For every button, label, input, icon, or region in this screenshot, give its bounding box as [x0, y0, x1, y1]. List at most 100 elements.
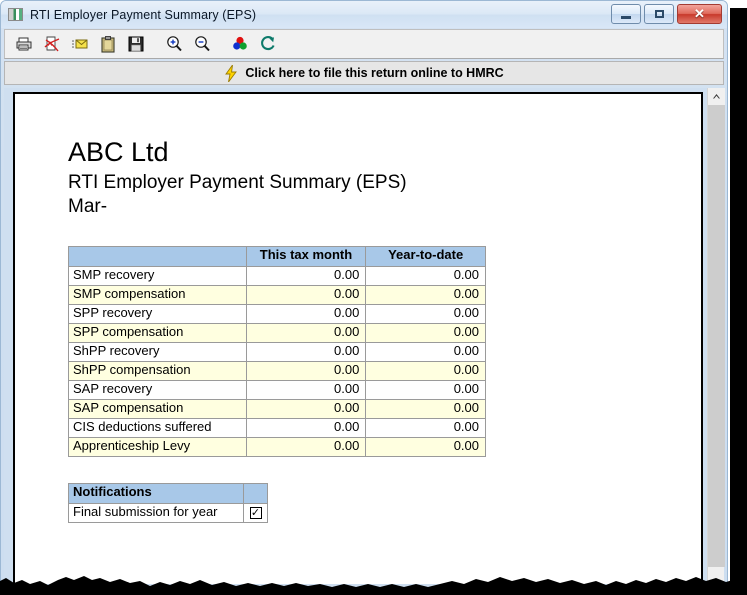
- row-ytd-value: 0.00: [365, 265, 486, 286]
- row-this-month-value: 0.00: [245, 322, 367, 343]
- row-ytd-value: 0.00: [365, 417, 486, 438]
- window-drop-shadow-bottom: [8, 589, 730, 595]
- table-row: SAP compensation 0.00 0.00: [68, 398, 486, 419]
- table-row: SPP compensation 0.00 0.00: [68, 322, 486, 343]
- clipboard-icon: [101, 36, 115, 53]
- table-row: SMP compensation 0.00 0.00: [68, 284, 486, 305]
- application-window: RTI Employer Payment Summary (EPS) ✕ A C…: [0, 0, 728, 588]
- table-row: SMP recovery 0.00 0.00: [68, 265, 486, 286]
- pdf-export-button[interactable]: A: [40, 32, 64, 56]
- zoom-out-icon: [195, 36, 210, 52]
- document-page: ABC Ltd RTI Employer Payment Summary (EP…: [15, 94, 701, 584]
- email-button[interactable]: [68, 32, 92, 56]
- table-row: SAP recovery 0.00 0.00: [68, 379, 486, 400]
- scrollbar-track[interactable]: [708, 105, 725, 567]
- notifications-table-head: Notifications: [68, 482, 268, 504]
- file-online-banner[interactable]: Click here to file this return online to…: [4, 61, 724, 85]
- row-label: ShPP recovery: [68, 341, 247, 362]
- notifications-table-body: Final submission for year ✓: [68, 502, 268, 523]
- row-this-month-value: 0.00: [245, 360, 367, 381]
- refresh-icon: [261, 36, 275, 51]
- row-label: ShPP compensation: [68, 360, 247, 381]
- notification-label: Final submission for year: [68, 502, 244, 523]
- notifications-header-row: Notifications: [68, 482, 268, 504]
- row-ytd-value: 0.00: [365, 341, 486, 362]
- maximize-button[interactable]: [644, 4, 674, 24]
- amounts-table: This tax month Year-to-date SMP recovery…: [68, 245, 486, 457]
- row-label: CIS deductions suffered: [68, 417, 247, 438]
- amounts-table-head: This tax month Year-to-date: [68, 245, 486, 267]
- amounts-header-blank: [68, 245, 247, 267]
- notifications-header-label: Notifications: [68, 482, 244, 504]
- svg-text:A: A: [48, 42, 52, 48]
- zoom-in-icon: [167, 36, 182, 52]
- row-this-month-value: 0.00: [245, 417, 367, 438]
- amounts-header-this-month: This tax month: [245, 245, 367, 267]
- window-drop-shadow-right: [730, 8, 747, 595]
- save-button[interactable]: [124, 32, 148, 56]
- row-label: SMP compensation: [68, 284, 247, 305]
- zoom-in-button[interactable]: [162, 32, 186, 56]
- minimize-button[interactable]: [611, 4, 641, 24]
- row-this-month-value: 0.00: [245, 398, 367, 419]
- file-online-label: Click here to file this return online to…: [245, 66, 504, 80]
- print-button[interactable]: [12, 32, 36, 56]
- row-this-month-value: 0.00: [245, 379, 367, 400]
- amounts-table-body: SMP recovery 0.00 0.00 SMP compensation 0.00…: [68, 265, 486, 457]
- notifications-header-blank: [243, 482, 268, 504]
- row-label: SMP recovery: [68, 265, 247, 286]
- print-icon: [16, 37, 32, 51]
- document-page-frame: ABC Ltd RTI Employer Payment Summary (EP…: [13, 92, 703, 584]
- chevron-up-icon: [713, 94, 720, 99]
- row-ytd-value: 0.00: [365, 303, 486, 324]
- row-this-month-value: 0.00: [245, 341, 367, 362]
- maximize-icon: [654, 10, 664, 18]
- table-row: Apprenticeship Levy 0.00 0.00: [68, 436, 486, 457]
- row-label: Apprenticeship Levy: [68, 436, 247, 457]
- save-icon: [128, 36, 144, 52]
- table-row: ShPP compensation 0.00 0.00: [68, 360, 486, 381]
- row-this-month-value: 0.00: [245, 303, 367, 324]
- notification-row: Final submission for year ✓: [68, 502, 268, 523]
- table-row: CIS deductions suffered 0.00 0.00: [68, 417, 486, 438]
- row-ytd-value: 0.00: [365, 360, 486, 381]
- toolbar: A: [4, 29, 724, 59]
- row-label: SAP compensation: [68, 398, 247, 419]
- zoom-out-button[interactable]: [190, 32, 214, 56]
- row-ytd-value: 0.00: [365, 436, 486, 457]
- report-window-icon: [8, 8, 23, 21]
- window-title: RTI Employer Payment Summary (EPS): [30, 7, 257, 22]
- email-icon: [72, 39, 88, 49]
- row-ytd-value: 0.00: [365, 322, 486, 343]
- refresh-button[interactable]: [256, 32, 280, 56]
- window-controls: ✕: [611, 4, 722, 24]
- color-button[interactable]: [228, 32, 252, 56]
- amounts-table-header-row: This tax month Year-to-date: [68, 245, 486, 267]
- title-bar[interactable]: RTI Employer Payment Summary (EPS) ✕: [1, 1, 727, 28]
- close-icon: ✕: [694, 6, 705, 21]
- company-name: ABC Ltd: [68, 137, 169, 167]
- close-button[interactable]: ✕: [677, 4, 722, 24]
- vertical-scrollbar[interactable]: [707, 88, 725, 584]
- lightning-bolt-icon: [225, 64, 238, 82]
- scroll-up-button[interactable]: [708, 88, 725, 105]
- amounts-header-ytd: Year-to-date: [365, 245, 486, 267]
- row-ytd-value: 0.00: [365, 398, 486, 419]
- row-ytd-value: 0.00: [365, 379, 486, 400]
- table-row: SPP recovery 0.00 0.00: [68, 303, 486, 324]
- report-title: RTI Employer Payment Summary (EPS): [68, 172, 407, 194]
- notification-checkbox-cell[interactable]: ✓: [243, 502, 268, 523]
- row-this-month-value: 0.00: [245, 284, 367, 305]
- report-period: Mar-: [68, 195, 108, 217]
- checkbox-checked-icon[interactable]: ✓: [249, 506, 262, 519]
- color-icon: [233, 36, 247, 50]
- row-this-month-value: 0.00: [245, 436, 367, 457]
- table-row: ShPP recovery 0.00 0.00: [68, 341, 486, 362]
- clipboard-button[interactable]: [96, 32, 120, 56]
- document-viewport: ABC Ltd RTI Employer Payment Summary (EP…: [4, 88, 725, 584]
- notifications-table: Notifications Final submission for year ✓: [68, 482, 268, 523]
- row-label: SPP recovery: [68, 303, 247, 324]
- row-label: SPP compensation: [68, 322, 247, 343]
- pdf-export-icon: A: [44, 36, 60, 52]
- row-this-month-value: 0.00: [245, 265, 367, 286]
